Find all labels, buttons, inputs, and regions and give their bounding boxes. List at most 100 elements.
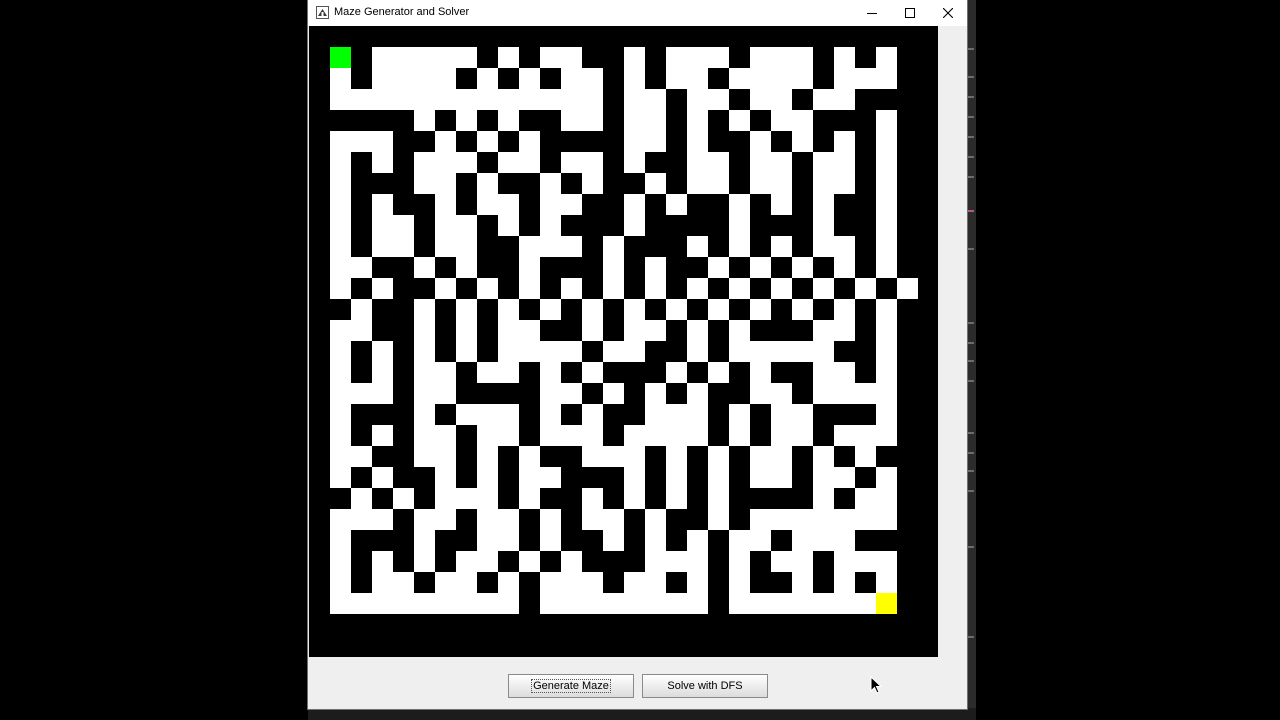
maze-path-cell: [372, 215, 393, 236]
solve-dfs-label: Solve with DFS: [667, 680, 743, 692]
maze-path-cell: [435, 278, 456, 299]
maze-path-cell: [855, 425, 876, 446]
maze-path-cell: [351, 446, 372, 467]
maze-path-cell: [771, 173, 792, 194]
maze-path-cell: [477, 446, 498, 467]
maze-path-cell: [603, 593, 624, 614]
maze-path-cell: [792, 68, 813, 89]
maze-path-cell: [708, 446, 729, 467]
maze-path-cell: [561, 68, 582, 89]
maze-path-cell: [456, 551, 477, 572]
maze-path-cell: [813, 593, 834, 614]
maze-path-cell: [435, 236, 456, 257]
maze-path-cell: [834, 551, 855, 572]
maze-path-cell: [435, 362, 456, 383]
maze-path-cell: [687, 383, 708, 404]
maze-path-cell: [624, 446, 645, 467]
maze-path-cell: [834, 572, 855, 593]
maze-path-cell: [729, 425, 750, 446]
maze-path-cell: [813, 530, 834, 551]
maze-path-cell: [498, 509, 519, 530]
maze-path-cell: [855, 509, 876, 530]
maze-path-cell: [435, 194, 456, 215]
maze-path-cell: [624, 299, 645, 320]
maze-path-cell: [330, 278, 351, 299]
maze-path-cell: [876, 383, 897, 404]
maze-path-cell: [414, 47, 435, 68]
maze-path-cell: [813, 446, 834, 467]
maze-path-cell: [540, 215, 561, 236]
maze-path-cell: [729, 551, 750, 572]
maze-path-cell: [330, 215, 351, 236]
maximize-button[interactable]: [891, 0, 929, 26]
maze-path-cell: [750, 47, 771, 68]
maze-path-cell: [456, 593, 477, 614]
maze-path-cell: [414, 383, 435, 404]
maze-path-cell: [603, 509, 624, 530]
maze-path-cell: [414, 593, 435, 614]
maze-path-cell: [834, 236, 855, 257]
maze-path-cell: [498, 404, 519, 425]
maze-path-cell: [498, 593, 519, 614]
maze-path-cell: [813, 215, 834, 236]
maze-path-cell: [561, 278, 582, 299]
maze-path-cell: [624, 215, 645, 236]
maze-path-cell: [792, 110, 813, 131]
maze-path-cell: [540, 425, 561, 446]
maze-path-cell: [666, 362, 687, 383]
maze-path-cell: [687, 530, 708, 551]
minimize-button[interactable]: [853, 0, 891, 26]
maze-path-cell: [855, 383, 876, 404]
maze-path-cell: [561, 152, 582, 173]
maze-path-cell: [624, 194, 645, 215]
maze-path-cell: [771, 68, 792, 89]
maze-path-cell: [813, 320, 834, 341]
maze-path-cell: [372, 236, 393, 257]
maze-path-cell: [351, 593, 372, 614]
maze-path-cell: [582, 488, 603, 509]
maze-path-cell: [582, 110, 603, 131]
solve-dfs-button[interactable]: Solve with DFS: [642, 674, 768, 698]
maze-path-cell: [330, 152, 351, 173]
maze-path-cell: [708, 467, 729, 488]
maze-path-cell: [519, 320, 540, 341]
maze-path-cell: [561, 194, 582, 215]
maze-path-cell: [582, 68, 603, 89]
maze-path-cell: [477, 194, 498, 215]
title-bar[interactable]: Maze Generator and Solver: [308, 0, 967, 26]
maze-path-cell: [498, 530, 519, 551]
maze-path-cell: [645, 110, 666, 131]
maze-path-cell: [603, 530, 624, 551]
maze-path-cell: [792, 131, 813, 152]
maze-path-cell: [330, 320, 351, 341]
maze-path-cell: [477, 530, 498, 551]
maze-path-cell: [540, 236, 561, 257]
maze-path-cell: [729, 572, 750, 593]
maze-path-cell: [750, 509, 771, 530]
maze-path-cell: [435, 152, 456, 173]
maze-path-cell: [792, 404, 813, 425]
maze-path-cell: [813, 89, 834, 110]
maze-path-cell: [330, 404, 351, 425]
maze-path-cell: [750, 89, 771, 110]
maze-path-cell: [687, 425, 708, 446]
maze-path-cell: [645, 425, 666, 446]
maze-path-cell: [645, 278, 666, 299]
maze-path-cell: [372, 131, 393, 152]
maze-path-cell: [372, 572, 393, 593]
maze-path-cell: [645, 551, 666, 572]
maze-path-cell: [540, 509, 561, 530]
close-button[interactable]: [929, 0, 967, 26]
maze-path-cell: [834, 299, 855, 320]
generate-maze-button[interactable]: Generate Maze: [508, 674, 634, 698]
maze-path-cell: [330, 194, 351, 215]
maze-canvas[interactable]: [309, 26, 938, 657]
maze-path-cell: [729, 341, 750, 362]
maze-path-cell: [540, 47, 561, 68]
maze-path-cell: [519, 446, 540, 467]
maze-path-cell: [477, 551, 498, 572]
maze-path-cell: [330, 89, 351, 110]
maze-path-cell: [456, 572, 477, 593]
maze-path-cell: [666, 299, 687, 320]
maze-path-cell: [687, 47, 708, 68]
